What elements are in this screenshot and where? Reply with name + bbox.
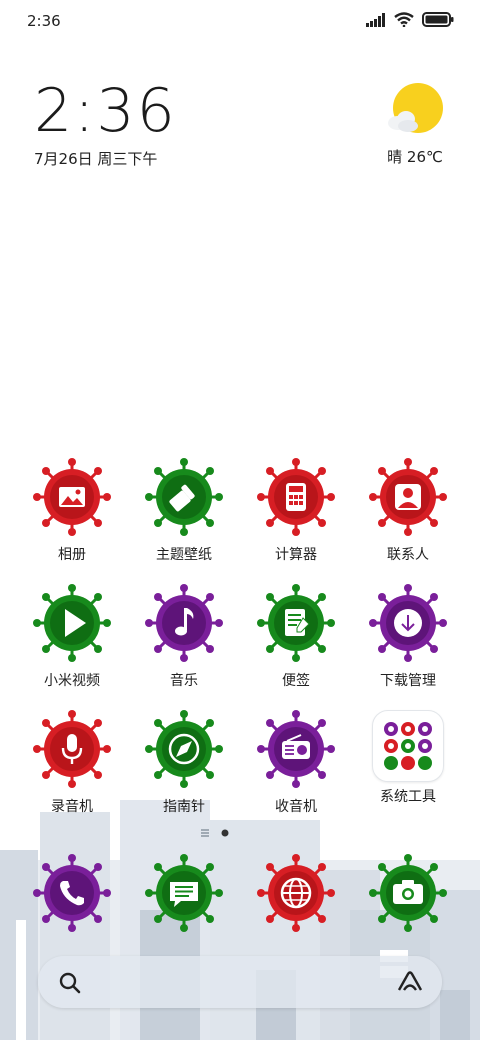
app-label: 相册 [58,547,86,563]
app-label: 音乐 [170,673,198,689]
battery-icon [422,12,454,27]
app-theme[interactable]: 主题壁纸 [134,458,234,564]
app-notes[interactable]: 便签 [246,584,346,690]
compass-icon [145,710,223,788]
app-label: 主题壁纸 [156,547,212,563]
app-label: 计算器 [275,547,317,563]
app-calculator[interactable]: 计算器 [246,458,346,564]
page-dot-active [221,829,229,837]
messages-icon[interactable] [145,854,223,932]
folder-icon [372,710,444,782]
wifi-icon [394,12,414,27]
app-label: 联系人 [387,547,429,563]
download-icon [369,584,447,662]
browser-globe-icon[interactable] [257,854,335,932]
app-gallery[interactable]: 相册 [22,458,122,564]
clock-time: 2:36 [34,76,177,146]
app-label: 系统工具 [380,789,436,805]
clock-widget[interactable]: 2:36 7月26日 周三下午 [34,80,177,169]
notes-icon [257,584,335,662]
contacts-icon [369,458,447,536]
folder-system-tools[interactable]: 系统工具 [358,706,458,806]
app-label: 下载管理 [380,673,436,689]
app-label: 便签 [282,673,310,689]
signal-icon [366,12,385,27]
folder-preview-icons [384,722,432,770]
app-video[interactable]: 小米视频 [22,584,122,690]
status-time: 2:36 [27,12,61,30]
app-compass[interactable]: 指南针 [134,710,234,816]
menu-lines-icon [201,829,209,837]
theme-brush-icon [145,458,223,536]
app-radio[interactable]: 收音机 [246,710,346,816]
weather-widget[interactable]: 晴 26℃ [384,82,446,167]
status-bar: 2:36 [0,0,480,42]
camera-icon[interactable] [369,854,447,932]
app-downloads[interactable]: 下载管理 [358,584,458,690]
sunny-cloud-icon [388,83,443,133]
assistant-icon[interactable] [396,970,424,994]
search-bar[interactable] [38,956,442,1008]
app-label: 收音机 [275,799,317,815]
calculator-icon [257,458,335,536]
app-recorder[interactable]: 录音机 [22,710,122,816]
search-icon [59,972,81,994]
app-contacts[interactable]: 联系人 [358,458,458,564]
microphone-icon [33,710,111,788]
weather-temp: 晴 26℃ [387,148,443,166]
app-label: 小米视频 [44,673,100,689]
app-music[interactable]: 音乐 [134,584,234,690]
clock-date: 7月26日 周三下午 [34,150,158,168]
gallery-icon [33,458,111,536]
video-play-icon [33,584,111,662]
radio-icon [257,710,335,788]
phone-icon[interactable] [33,854,111,932]
page-indicator[interactable] [200,828,230,838]
app-label: 指南针 [163,799,205,815]
app-label: 录音机 [51,799,93,815]
music-note-icon [145,584,223,662]
